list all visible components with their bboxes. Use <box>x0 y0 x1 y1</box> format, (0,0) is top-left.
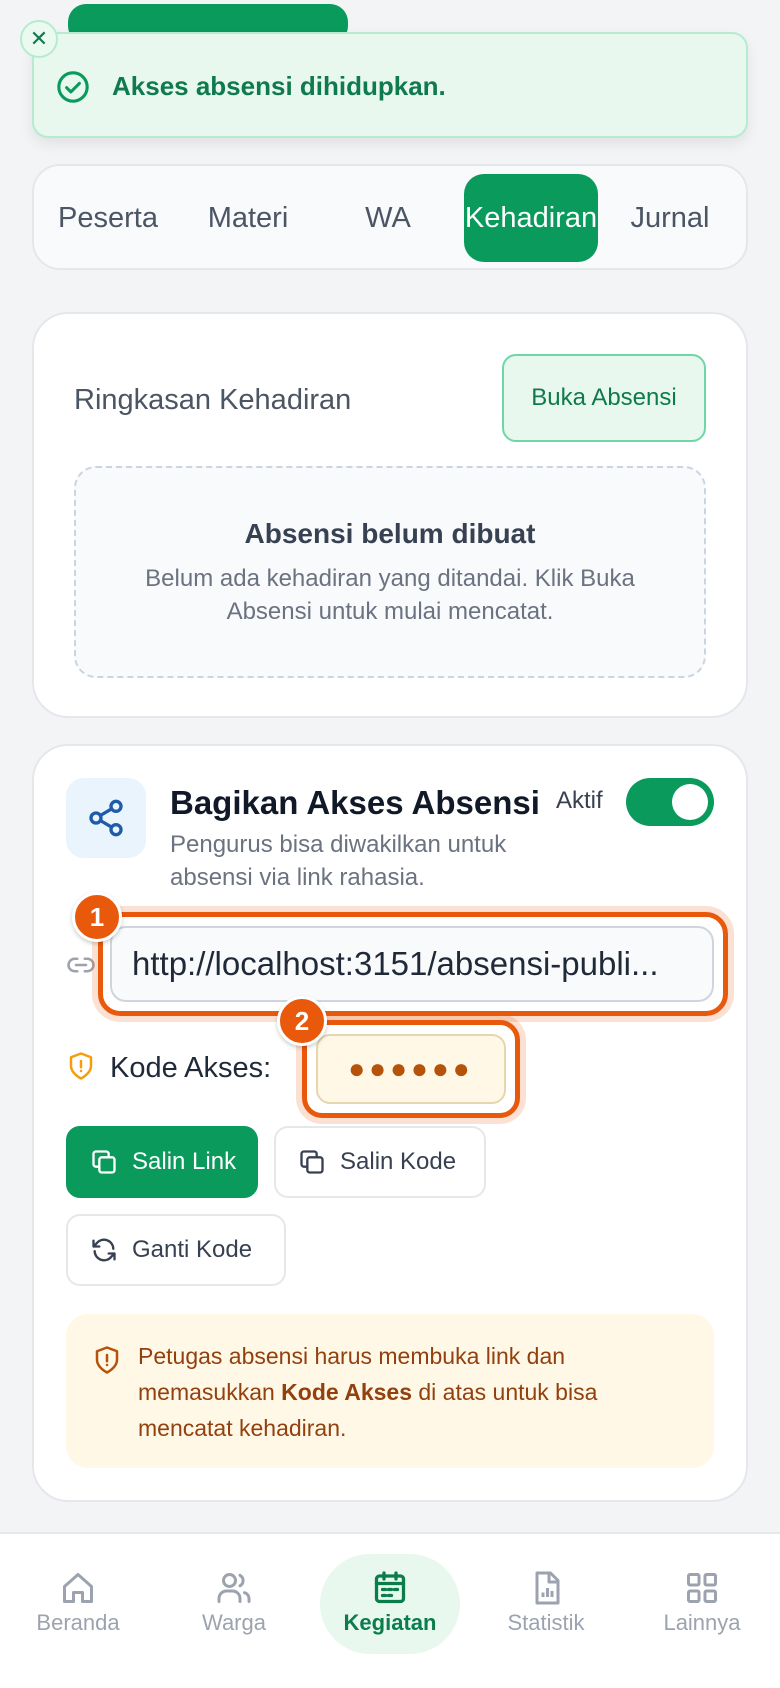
copy-code-label: Salin Kode <box>340 1148 457 1175</box>
nav-lainnya[interactable]: Lainnya <box>632 1560 772 1650</box>
step-badge-2: 2 <box>277 996 327 1046</box>
nav-label: Beranda <box>36 1610 120 1635</box>
tab-jurnal[interactable]: Jurnal <box>604 174 736 262</box>
users-icon <box>217 1573 251 1603</box>
access-code-label: Kode Akses: <box>110 1052 272 1084</box>
toggle-knob <box>672 784 708 820</box>
copy-code-button[interactable]: Salin Kode <box>274 1126 486 1198</box>
check-circle-icon <box>57 71 89 103</box>
copy-icon <box>92 1150 116 1174</box>
copy-link-button[interactable]: Salin Link <box>66 1126 258 1198</box>
toast-close-button[interactable]: ✕ <box>20 20 58 58</box>
tab-kehadiran[interactable]: Kehadiran <box>464 174 598 262</box>
change-code-label: Ganti Kode <box>132 1236 253 1263</box>
access-code-field[interactable]: ●●●●●● <box>316 1034 506 1104</box>
tab-peserta[interactable]: Peserta <box>42 174 174 262</box>
change-code-button[interactable]: Ganti Kode <box>66 1214 286 1286</box>
refresh-icon <box>92 1238 116 1262</box>
share-icon <box>89 799 123 837</box>
nav-label: Statistik <box>507 1610 585 1635</box>
chart-file-icon <box>535 1571 560 1605</box>
calendar-icon <box>374 1571 406 1604</box>
empty-state-title: Absensi belum dibuat <box>244 518 536 549</box>
nav-statistik[interactable]: Statistik <box>476 1560 616 1650</box>
link-icon <box>67 957 95 973</box>
nav-label: Warga <box>202 1610 266 1635</box>
nav-beranda[interactable]: Beranda <box>8 1560 148 1650</box>
step-badge-1: 1 <box>72 892 122 942</box>
copy-link-label: Salin Link <box>132 1148 237 1175</box>
nav-warga[interactable]: Warga <box>164 1560 304 1650</box>
shield-alert-icon <box>69 1052 93 1080</box>
open-attendance-button[interactable]: Buka Absensi <box>502 354 706 442</box>
share-link-field[interactable]: http://localhost:3151/absensi-publi... <box>110 926 714 1002</box>
copy-icon <box>300 1150 324 1174</box>
shield-alert-icon <box>95 1346 119 1374</box>
tab-wa[interactable]: WA <box>322 174 454 262</box>
info-text: Petugas absensi harus membuka link dan m… <box>138 1338 678 1446</box>
share-description: Pengurus bisa diwakilkan untuk absensi v… <box>170 831 507 891</box>
close-icon: ✕ <box>29 26 49 51</box>
nav-kegiatan[interactable]: Kegiatan <box>320 1560 460 1650</box>
empty-state-description: Belum ada kehadiran yang ditandai. Klik … <box>145 565 635 625</box>
share-icon-box <box>66 778 146 858</box>
nav-label: Kegiatan <box>343 1610 437 1635</box>
toggle-label: Aktif <box>556 787 603 814</box>
info-text-bold: Kode Akses <box>281 1379 412 1405</box>
tab-materi[interactable]: Materi <box>182 174 314 262</box>
summary-title: Ringkasan Kehadiran <box>74 384 352 416</box>
share-title: Bagikan Akses Absensi <box>170 784 540 821</box>
grid-icon <box>687 1573 717 1603</box>
nav-label: Lainnya <box>663 1610 741 1635</box>
toast-message: Akses absensi dihidupkan. <box>112 71 446 101</box>
home-icon <box>63 1573 93 1603</box>
